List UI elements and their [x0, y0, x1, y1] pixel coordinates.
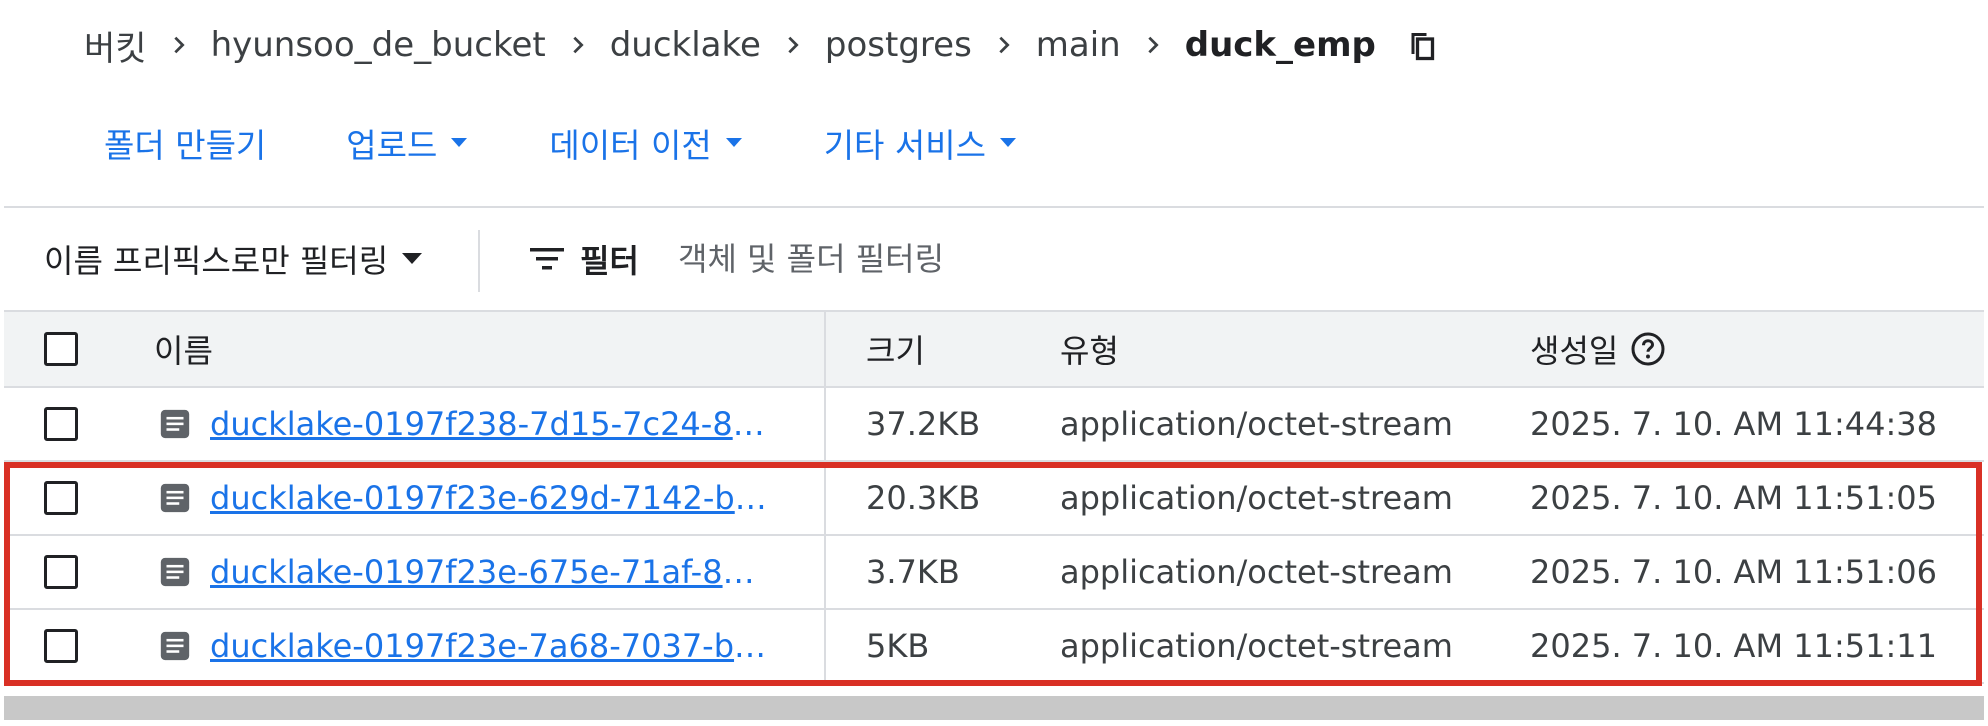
file-size: 20.3KB [866, 479, 981, 517]
chevron-right-icon [546, 34, 610, 56]
table-header: 이름 크기 유형 생성일 [4, 310, 1984, 388]
copy-icon[interactable] [1404, 27, 1440, 63]
row-checkbox[interactable] [44, 629, 78, 663]
header-name[interactable]: 이름 [154, 326, 213, 372]
help-icon[interactable] [1630, 331, 1666, 367]
file-size: 5KB [866, 627, 930, 665]
filter-button[interactable]: 필터 [528, 234, 639, 284]
filter-divider [478, 230, 480, 292]
table-row: ducklake-0197f23e-7a68-7037-b0… 5KB appl… [4, 610, 1984, 684]
filter-list-icon [530, 248, 564, 270]
header-created[interactable]: 생성일 [1530, 326, 1618, 372]
transfer-data-button[interactable]: 데이터 이전 [549, 119, 743, 167]
objects-table: 이름 크기 유형 생성일 ducklake-0197f238-7d15-7c24… [4, 310, 1984, 684]
row-checkbox[interactable] [44, 481, 78, 515]
file-icon [158, 481, 192, 515]
row-checkbox[interactable] [44, 407, 78, 441]
object-filter-input[interactable] [678, 234, 1278, 284]
create-folder-label: 폴더 만들기 [104, 126, 267, 165]
file-icon [158, 629, 192, 663]
row-checkbox[interactable] [44, 555, 78, 589]
column-divider [824, 610, 826, 682]
file-name-link[interactable]: ducklake-0197f23e-675e-71af-8c2… [210, 553, 770, 591]
filter-bar: 이름 프리픽스로만 필터링 필터 [0, 212, 1988, 308]
other-services-label: 기타 서비스 [823, 126, 986, 165]
caret-down-icon [998, 137, 1018, 149]
upload-label: 업로드 [346, 126, 438, 165]
file-type: application/octet-stream [1060, 627, 1453, 665]
file-type: application/octet-stream [1060, 405, 1453, 443]
chevron-right-icon [1121, 34, 1185, 56]
file-type: application/octet-stream [1060, 553, 1453, 591]
column-divider [824, 312, 826, 386]
caret-down-icon [724, 137, 744, 149]
prefix-filter-label: 이름 프리픽스로만 필터링 [44, 242, 389, 280]
header-type[interactable]: 유형 [1060, 326, 1119, 372]
file-size: 3.7KB [866, 553, 960, 591]
table-row: ducklake-0197f238-7d15-7c24-85… 37.2KB a… [4, 388, 1984, 462]
file-created: 2025. 7. 10. AM 11:51:06 [1530, 553, 1937, 591]
file-icon [158, 407, 192, 441]
breadcrumb-current: duck_emp [1184, 25, 1376, 65]
file-type: application/octet-stream [1060, 479, 1453, 517]
column-divider [824, 536, 826, 608]
chevron-right-icon [761, 34, 825, 56]
caret-down-icon [449, 137, 469, 149]
horizontal-scrollbar[interactable] [4, 696, 1984, 720]
breadcrumb: 버킷 hyunsoo_de_bucket ducklake postgres m… [84, 20, 1440, 70]
column-divider [824, 388, 826, 460]
prefix-filter-dropdown[interactable]: 이름 프리픽스로만 필터링 [44, 234, 424, 284]
breadcrumb-item-main[interactable]: main [1036, 25, 1121, 65]
caret-down-icon [400, 252, 424, 266]
file-name-link[interactable]: ducklake-0197f238-7d15-7c24-85… [210, 405, 770, 443]
transfer-data-label: 데이터 이전 [549, 126, 712, 165]
file-name-link[interactable]: ducklake-0197f23e-7a68-7037-b0… [210, 627, 770, 665]
filter-label: 필터 [580, 242, 639, 280]
breadcrumb-item-bucket[interactable]: 버킷 [84, 21, 147, 70]
file-size: 37.2KB [866, 405, 981, 443]
chevron-right-icon [147, 34, 211, 56]
upload-button[interactable]: 업로드 [346, 119, 469, 167]
toolbar-divider [4, 206, 1984, 208]
breadcrumb-item-bucket-name[interactable]: hyunsoo_de_bucket [211, 25, 546, 65]
column-divider [824, 462, 826, 534]
file-name-link[interactable]: ducklake-0197f23e-629d-7142-b1… [210, 479, 770, 517]
table-row: ducklake-0197f23e-675e-71af-8c2… 3.7KB a… [4, 536, 1984, 610]
header-size[interactable]: 크기 [866, 326, 925, 372]
table-row: ducklake-0197f23e-629d-7142-b1… 20.3KB a… [4, 462, 1984, 536]
file-created: 2025. 7. 10. AM 11:44:38 [1530, 405, 1937, 443]
select-all-checkbox[interactable] [44, 332, 78, 366]
breadcrumb-item-ducklake[interactable]: ducklake [610, 25, 761, 65]
chevron-right-icon [972, 34, 1036, 56]
file-icon [158, 555, 192, 589]
create-folder-button[interactable]: 폴더 만들기 [104, 119, 266, 167]
other-services-button[interactable]: 기타 서비스 [824, 119, 1018, 167]
file-created: 2025. 7. 10. AM 11:51:11 [1530, 627, 1937, 665]
action-toolbar: 폴더 만들기 업로드 데이터 이전 기타 서비스 [104, 118, 1098, 168]
file-created: 2025. 7. 10. AM 11:51:05 [1530, 479, 1937, 517]
breadcrumb-item-postgres[interactable]: postgres [825, 25, 972, 65]
